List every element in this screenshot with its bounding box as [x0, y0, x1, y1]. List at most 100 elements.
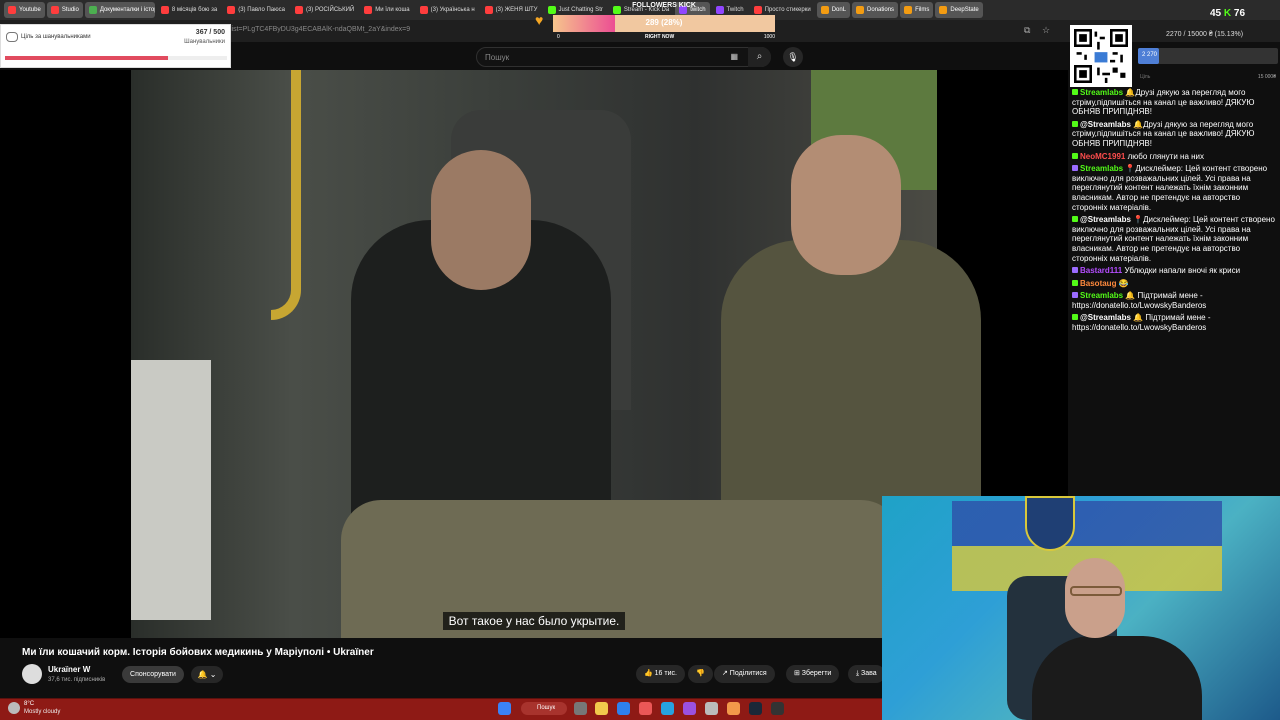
emblem-icon — [1025, 496, 1075, 551]
notification-bell-button[interactable]: 🔔 ⌄ — [191, 666, 223, 683]
tab-favicon-icon — [939, 6, 948, 14]
chat-text: любо глянути на них — [1127, 151, 1205, 161]
browser-tab[interactable]: 8 місяців бою за — [157, 2, 221, 18]
stream-chat: Streamlabs 🔔Друзі дякую за перегляд мого… — [1068, 88, 1280, 368]
tab-favicon-icon — [294, 6, 303, 14]
kick-logo-icon: K — [1223, 8, 1232, 19]
chat-username[interactable]: Bastard111 — [1080, 266, 1122, 275]
tab-label: Donations — [867, 7, 895, 13]
settings-icon[interactable] — [705, 702, 718, 715]
cloud-icon — [8, 702, 20, 714]
browser-tab[interactable]: DeepState — [935, 2, 983, 18]
twitch-badge-icon — [1072, 267, 1078, 274]
browser-tab[interactable]: (3) РОСІЙСЬКИЙ — [291, 2, 358, 18]
chat-message: @Streamlabs 🔔Друзі дякую за перегляд мог… — [1072, 120, 1276, 149]
app-icon[interactable] — [683, 702, 696, 715]
tab-favicon-icon — [8, 6, 16, 14]
kick-badge-icon — [1072, 314, 1078, 321]
kick-badge-icon — [1072, 89, 1078, 95]
followers-min: 0 — [557, 34, 560, 40]
tab-label: (3) Українська н — [430, 7, 475, 13]
star-icon[interactable]: ☆ — [1042, 25, 1052, 35]
tab-favicon-icon — [88, 6, 97, 14]
weather-temp: 8°C — [24, 701, 35, 707]
cast-icon[interactable]: ⧉ — [1024, 25, 1034, 35]
cabinet — [131, 360, 211, 620]
telegram-icon[interactable] — [661, 702, 674, 715]
tab-label: DeepState — [950, 7, 979, 13]
viewer-count: 45 — [1210, 8, 1222, 19]
browser-tab[interactable]: Документалки і історія — [84, 2, 155, 18]
kick-badge-icon — [1072, 279, 1078, 286]
search-input[interactable]: Пошук ▦ — [476, 47, 771, 67]
file-explorer-icon[interactable] — [595, 702, 608, 715]
sponsor-button[interactable]: Спонсорувати — [122, 666, 184, 683]
steam-icon[interactable] — [749, 702, 762, 715]
chat-text: Ублюдки напали вночі як криси — [1124, 266, 1241, 276]
followers-max: 1000 — [763, 34, 775, 40]
weather-desc: Mostly cloudy — [24, 709, 61, 715]
browser-tab[interactable]: Youtube — [4, 2, 45, 18]
chat-username[interactable]: Streamlabs — [1080, 291, 1123, 300]
video-frame — [131, 70, 981, 638]
tab-favicon-icon — [160, 6, 169, 14]
browser-tab[interactable]: (3) Українська н — [416, 2, 479, 18]
obs-icon[interactable] — [771, 702, 784, 715]
chat-username[interactable]: Basotaug — [1080, 279, 1116, 288]
kick-badge-icon — [1072, 216, 1078, 223]
twitch-badge-icon — [1072, 292, 1078, 299]
browser-tab[interactable]: DonL — [816, 2, 851, 18]
download-button[interactable]: ⤓ Зава — [848, 665, 885, 683]
browser-tab[interactable]: Films — [900, 2, 934, 18]
follower-count: 76 — [1233, 8, 1246, 19]
chat-username[interactable]: NeoMC1991 — [1080, 152, 1125, 161]
save-button[interactable]: ⊞ Зберегти — [786, 665, 840, 683]
browser-tab[interactable]: Studio — [46, 2, 83, 18]
chat-username[interactable]: @Streamlabs — [1080, 120, 1131, 129]
donation-goal-widget: 2270 / 15000 ₴ (15.13%) 2 270 Ціль 15 00… — [1136, 28, 1280, 86]
chrome-icon[interactable] — [727, 702, 740, 715]
yellow-handrail — [271, 70, 301, 320]
chat-username[interactable]: @Streamlabs — [1080, 313, 1131, 322]
qr-code-icon — [1074, 29, 1128, 83]
browser-tab[interactable]: (3) Павло Паюса — [223, 2, 289, 18]
chat-message: Basotaug 😂 — [1072, 279, 1276, 289]
tab-favicon-icon — [227, 6, 236, 14]
edge-icon[interactable] — [617, 702, 630, 715]
chat-username[interactable]: Streamlabs — [1080, 88, 1123, 97]
chat-message: NeoMC1991 любо глянути на них — [1072, 152, 1276, 162]
donation-progress-bar — [1138, 48, 1278, 64]
start-icon[interactable] — [498, 702, 511, 715]
channel-name[interactable]: Ukraїner W — [48, 665, 90, 674]
kick-badge-icon — [1072, 152, 1078, 159]
taskbar-search[interactable]: Пошук — [521, 702, 567, 715]
twitch-badge-icon — [1072, 165, 1078, 172]
browser-tab[interactable]: Ми їли коша — [360, 2, 413, 18]
subtitle-text: Вот такое у нас было укрытие. — [442, 612, 626, 630]
chat-username[interactable]: @Streamlabs — [1080, 215, 1131, 224]
chat-text: 😂 — [1118, 278, 1129, 288]
keyboard-icon[interactable]: ▦ — [730, 52, 738, 61]
tab-favicon-icon — [50, 6, 59, 14]
browser-tab[interactable]: Donations — [852, 2, 899, 18]
glasses-icon — [1070, 586, 1122, 596]
goal-progress-fill — [5, 56, 168, 60]
tab-favicon-icon — [364, 6, 373, 14]
dislike-button[interactable]: 👎 — [688, 665, 713, 683]
tab-label: Документалки і історія — [99, 7, 155, 13]
opera-icon[interactable] — [639, 702, 652, 715]
browser-tab[interactable]: (3) ЖЕНЯ ШТУ — [481, 2, 542, 18]
like-button[interactable]: 👍 16 тис. — [636, 665, 685, 683]
channel-avatar[interactable] — [22, 664, 42, 684]
tab-favicon-icon — [484, 6, 493, 14]
donation-min-label: Ціль — [1140, 74, 1151, 80]
microphone-icon[interactable]: 🎙 — [783, 47, 803, 67]
heart-icon: ♥ — [535, 12, 544, 28]
search-button[interactable]: ⌕ — [748, 47, 771, 67]
tab-favicon-icon — [856, 6, 865, 14]
tab-label: Ми їли коша — [375, 7, 410, 13]
chat-username[interactable]: Streamlabs — [1080, 164, 1123, 173]
url-text[interactable]: list=PLgTC4FByDU3g4ECABAlK-ndaQBMt_2aY&i… — [230, 26, 410, 33]
task-view-icon[interactable] — [574, 702, 587, 715]
share-button[interactable]: ↗ Поділитися — [714, 665, 775, 683]
